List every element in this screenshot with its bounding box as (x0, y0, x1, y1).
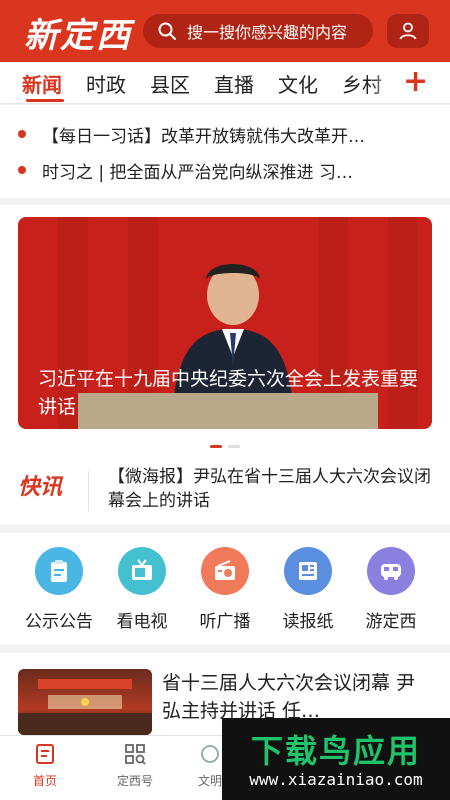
headline-list: 【每日一习话】改革开放铸就伟大改革开… 时习之 | 把全面从严治党向纵深推进 习… (0, 105, 450, 198)
home-icon (36, 744, 54, 764)
quick-entry-label: 听广播 (199, 612, 251, 632)
feature-card: 习近平在十九届中央纪委六次全会上发表重要讲话 快讯 【微海报】尹弘在省十三届人大… (0, 205, 450, 525)
search-placeholder: 搜一搜你感兴趣的内容 (187, 23, 348, 42)
headline-item[interactable]: 【每日一习话】改革开放铸就伟大改革开… (18, 119, 428, 149)
quick-entry-label: 看电视 (116, 612, 168, 632)
category-tabs: 新闻 时政 县区 直播 文化 乡村 + (0, 62, 450, 104)
active-tab-indicator (26, 99, 64, 102)
radio-icon (201, 547, 249, 595)
tab-counties[interactable]: 县区 (150, 69, 190, 98)
banner-caption: 习近平在十九届中央纪委六次全会上发表重要讲话 (38, 368, 419, 418)
app-header: 新定西 搜一搜你感兴趣的内容 (0, 0, 450, 62)
conference-hall-image (18, 679, 152, 735)
flash-logo: 快讯 (18, 474, 63, 500)
news-thumbnail (18, 669, 152, 735)
nav-label: 首页 (32, 774, 57, 788)
newspaper-icon (284, 547, 332, 595)
tv-icon (118, 547, 166, 595)
carousel-dot (228, 445, 240, 448)
grid-search-icon (125, 744, 146, 765)
flash-news[interactable]: 快讯 【微海报】尹弘在省十三届人大六次会议闭幕会上的讲话 (0, 461, 450, 525)
quick-entry-label: 公示公告 (25, 612, 93, 632)
nav-label: 定西号 (116, 774, 153, 788)
bullet-dot (18, 130, 26, 138)
notice-icon (35, 547, 83, 595)
search-bar[interactable]: 搜一搜你感兴趣的内容 (143, 14, 373, 48)
tab-live[interactable]: 直播 (214, 69, 254, 98)
watermark: 下载鸟应用 www.xiazainiao.com (222, 718, 450, 800)
user-icon (399, 22, 417, 40)
watermark-title: 下载鸟应用 (250, 732, 421, 770)
flash-text: 【微海报】尹弘在省十三届人大六次会议闭幕会上的讲话 (108, 467, 431, 511)
carousel-indicator (0, 445, 450, 448)
quick-entry-grid: 公示公告 看电视 听广播 读报纸 游定西 (0, 533, 450, 645)
divider (88, 471, 89, 511)
quick-entry-travel[interactable]: 游定西 (350, 547, 432, 632)
civilization-icon (201, 745, 219, 763)
carousel-dot (210, 445, 222, 448)
quick-entry-tv[interactable]: 看电视 (101, 547, 183, 632)
headline-item[interactable]: 时习之 | 把全面从严治党向纵深推进 习… (18, 155, 428, 185)
bullet-dot (18, 166, 26, 174)
tab-fade (370, 62, 400, 103)
bus-icon (367, 547, 415, 595)
quick-entry-label: 游定西 (365, 612, 417, 632)
quick-entry-radio[interactable]: 听广播 (184, 547, 266, 632)
search-icon (158, 22, 176, 40)
quick-entry-label: 读报纸 (282, 612, 334, 632)
watermark-url: www.xiazainiao.com (249, 770, 423, 789)
quick-entry-notice[interactable]: 公示公告 (18, 547, 100, 632)
banner-carousel[interactable]: 习近平在十九届中央纪委六次全会上发表重要讲话 (18, 217, 432, 429)
nav-dingxi-account[interactable]: 定西号 (100, 742, 170, 789)
quick-entry-newspaper[interactable]: 读报纸 (267, 547, 349, 632)
add-tab-icon[interactable]: + (403, 64, 428, 99)
app-logo: 新定西 (24, 16, 132, 56)
user-button[interactable] (387, 14, 429, 48)
headline-text: 时习之 | 把全面从严治党向纵深推进 习… (42, 162, 353, 183)
tab-politics[interactable]: 时政 (86, 69, 126, 98)
tab-news[interactable]: 新闻 (22, 69, 62, 98)
headline-text: 【每日一习话】改革开放铸就伟大改革开… (42, 126, 365, 147)
tab-culture[interactable]: 文化 (278, 69, 318, 98)
nav-home[interactable]: 首页 (10, 742, 80, 789)
